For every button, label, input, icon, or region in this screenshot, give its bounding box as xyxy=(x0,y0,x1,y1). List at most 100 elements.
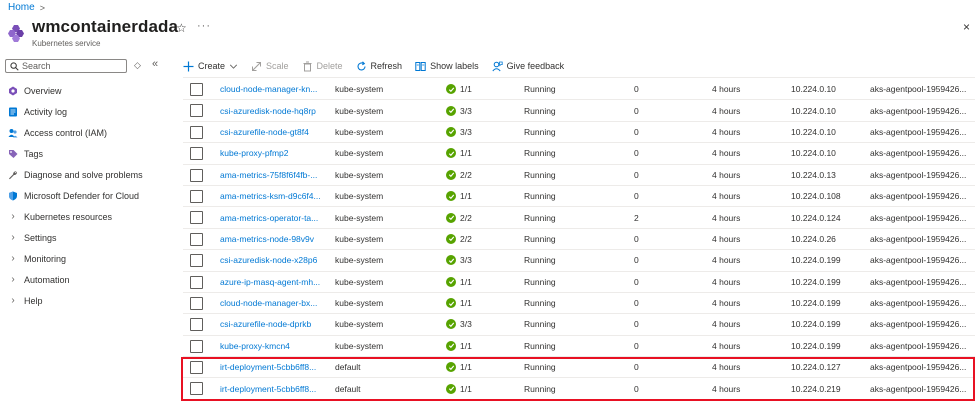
row-checkbox[interactable] xyxy=(190,104,203,118)
status-cell: Running xyxy=(524,298,556,309)
table-row[interactable]: csi-azurefile-node-dprkb kube-system 3/3 Ru… xyxy=(183,314,975,336)
pod-name-link[interactable]: csi-azuredisk-node-hq8rp xyxy=(220,100,320,120)
scale-button[interactable]: Scale xyxy=(251,61,289,72)
row-checkbox[interactable] xyxy=(190,232,203,246)
age-cell: 4 hours xyxy=(712,148,741,159)
row-checkbox[interactable] xyxy=(190,275,203,289)
sidebar-item-automation[interactable]: › Automation xyxy=(0,269,170,290)
age-cell: 4 hours xyxy=(712,212,741,223)
ready-cell: 3/3 xyxy=(446,314,506,334)
table-row[interactable]: cloud-node-manager-kn... kube-system 1/1 Ru… xyxy=(183,79,975,101)
node-cell: aks-agentpool-1959426... xyxy=(870,383,967,394)
table-row[interactable]: csi-azurefile-node-gt8f4 kube-system 3/3 Ru… xyxy=(183,122,975,144)
sidebar-item-help[interactable]: › Help xyxy=(0,290,170,311)
sidebar-item-label: Automation xyxy=(24,274,70,285)
row-checkbox[interactable] xyxy=(190,382,203,396)
sidebar-item-defender[interactable]: Microsoft Defender for Cloud xyxy=(0,185,170,206)
pod-name-link[interactable]: ama-metrics-operator-ta... xyxy=(220,207,320,227)
pod-name-link[interactable]: kube-proxy-kmcn4 xyxy=(220,336,320,356)
sidebar-item-kubernetes-resources[interactable]: › Kubernetes resources xyxy=(0,206,170,227)
restarts-cell: 0 xyxy=(634,105,639,116)
table-row[interactable]: ama-metrics-ksm-d9c6f4... kube-system 1/1 R… xyxy=(183,186,975,208)
success-check-icon xyxy=(446,362,456,373)
pod-name-link[interactable]: csi-azurefile-node-gt8f4 xyxy=(220,122,320,142)
row-checkbox[interactable] xyxy=(190,168,203,182)
pod-name-link[interactable]: cloud-node-manager-bx... xyxy=(220,293,320,313)
sidebar-item-label: Access control (IAM) xyxy=(24,127,108,138)
show-labels-button[interactable]: Show labels xyxy=(415,61,479,72)
plus-icon xyxy=(183,61,194,71)
sidebar-item-access-control[interactable]: Access control (IAM) xyxy=(0,122,170,143)
row-checkbox[interactable] xyxy=(190,211,203,225)
pod-name-link[interactable]: kube-proxy-pfmp2 xyxy=(220,143,320,163)
refresh-button[interactable]: Refresh xyxy=(356,60,402,72)
row-checkbox[interactable] xyxy=(190,83,203,96)
restarts-cell: 0 xyxy=(634,84,639,95)
namespace-cell: default xyxy=(335,362,361,373)
table-row[interactable]: kube-proxy-pfmp2 kube-system 1/1 Running 0 4 … xyxy=(183,143,975,165)
sidebar-item-label: Microsoft Defender for Cloud xyxy=(24,190,140,201)
breadcrumb: Home > xyxy=(8,2,45,13)
activity-log-icon xyxy=(8,107,18,117)
age-cell: 4 hours xyxy=(712,191,741,202)
ready-cell: 1/1 xyxy=(446,186,506,206)
table-row[interactable]: irt-deployment-5cbb6ff8... default 1/1 Runn… xyxy=(183,357,975,379)
pod-name-link[interactable]: csi-azurefile-node-dprkb xyxy=(220,314,320,334)
row-checkbox[interactable] xyxy=(190,361,203,375)
pod-name-link[interactable]: cloud-node-manager-kn... xyxy=(220,79,320,99)
breadcrumb-home-link[interactable]: Home xyxy=(8,2,35,13)
table-row[interactable]: ama-metrics-node-98v9v kube-system 2/2 Runn… xyxy=(183,229,975,251)
more-options-icon[interactable]: ··· xyxy=(197,20,211,32)
close-icon[interactable]: × xyxy=(963,20,970,34)
search-options-icon[interactable]: ◇ xyxy=(134,60,141,71)
row-checkbox[interactable] xyxy=(190,296,203,310)
success-check-icon xyxy=(446,212,456,223)
pod-name-link[interactable]: ama-metrics-node-98v9v xyxy=(220,229,320,249)
restarts-cell: 0 xyxy=(634,233,639,244)
pod-name-link[interactable]: ama-metrics-ksm-d9c6f4... xyxy=(220,186,320,206)
ready-value: 1/1 xyxy=(460,383,472,394)
delete-button[interactable]: Delete xyxy=(302,61,343,72)
ready-value: 1/1 xyxy=(460,276,472,287)
success-check-icon xyxy=(446,105,456,116)
row-checkbox[interactable] xyxy=(190,339,203,353)
row-checkbox[interactable] xyxy=(190,254,203,268)
pod-name-link[interactable]: ama-metrics-75f8f6f4fb-... xyxy=(220,165,320,185)
ready-cell: 1/1 xyxy=(446,378,506,398)
search-box[interactable] xyxy=(5,59,127,73)
favorite-star-icon[interactable]: ☆ xyxy=(176,21,187,35)
pod-name-link[interactable]: irt-deployment-5cbb6ff8... xyxy=(220,357,320,377)
sidebar-item-overview[interactable]: Overview xyxy=(0,80,170,101)
ready-cell: 2/2 xyxy=(446,207,506,227)
collapse-sidebar-icon[interactable]: « xyxy=(152,58,158,70)
row-checkbox[interactable] xyxy=(190,147,203,161)
namespace-cell: kube-system xyxy=(335,212,384,223)
pod-name-link[interactable]: irt-deployment-5cbb6ff8... xyxy=(220,378,320,398)
table-row[interactable]: cloud-node-manager-bx... kube-system 1/1 Ru… xyxy=(183,293,975,315)
restarts-cell: 0 xyxy=(634,340,639,351)
ready-value: 3/3 xyxy=(460,105,472,116)
table-row[interactable]: csi-azuredisk-node-hq8rp kube-system 3/3 Ru… xyxy=(183,100,975,122)
table-row[interactable]: kube-proxy-kmcn4 kube-system 1/1 Running 0 4 … xyxy=(183,336,975,358)
chevron-right-icon: › xyxy=(11,232,15,243)
create-button[interactable]: Create xyxy=(183,61,238,72)
table-row[interactable]: ama-metrics-operator-ta... kube-system 2/2… xyxy=(183,207,975,229)
pod-name-link[interactable]: azure-ip-masq-agent-mh... xyxy=(220,272,320,292)
sidebar-item-tags[interactable]: Tags xyxy=(0,143,170,164)
search-input[interactable] xyxy=(22,61,112,71)
trash-icon xyxy=(303,61,312,71)
table-row[interactable]: ama-metrics-75f8f6f4fb-... kube-system 2/2… xyxy=(183,165,975,186)
give-feedback-button[interactable]: Give feedback xyxy=(492,61,564,72)
row-checkbox[interactable] xyxy=(190,189,203,203)
sidebar-item-diagnose[interactable]: Diagnose and solve problems xyxy=(0,164,170,185)
sidebar-item-settings[interactable]: › Settings xyxy=(0,227,170,248)
row-checkbox[interactable] xyxy=(190,125,203,139)
row-checkbox[interactable] xyxy=(190,318,203,332)
sidebar-item-activity-log[interactable]: Activity log xyxy=(0,101,170,122)
pod-name-link[interactable]: csi-azuredisk-node-x28p6 xyxy=(220,250,320,270)
table-row[interactable]: irt-deployment-5cbb6ff8... default 1/1 Runn… xyxy=(183,378,975,400)
table-row[interactable]: csi-azuredisk-node-x28p6 kube-system 3/3 Ru… xyxy=(183,250,975,272)
table-row[interactable]: azure-ip-masq-agent-mh... kube-system 1/1 R… xyxy=(183,272,975,293)
status-cell: Running xyxy=(524,148,556,159)
sidebar-item-monitoring[interactable]: › Monitoring xyxy=(0,248,170,269)
